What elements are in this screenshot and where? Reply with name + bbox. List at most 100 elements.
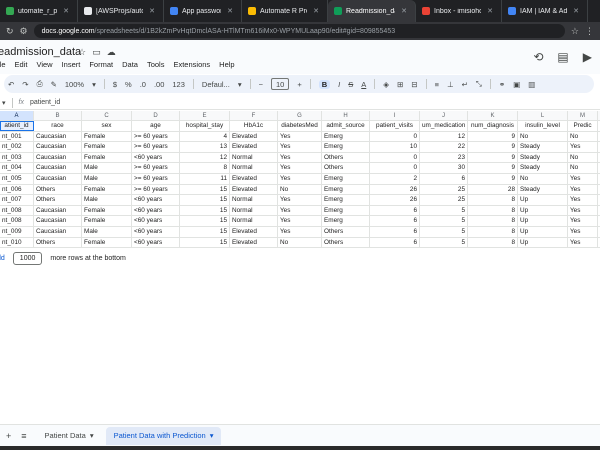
table-cell[interactable]: Emerg	[322, 142, 370, 152]
header-cell[interactable]: Predic	[568, 121, 598, 131]
menu-item[interactable]: Format	[89, 60, 113, 69]
table-cell[interactable]: nt_003	[0, 152, 34, 163]
table-cell[interactable]: 6	[370, 205, 420, 216]
increase-decimal-button[interactable]: .00	[154, 80, 164, 89]
table-cell[interactable]: nt_010	[0, 237, 34, 248]
column-header[interactable]: C	[82, 111, 132, 120]
bold-button[interactable]: B	[318, 79, 331, 89]
font-size-input[interactable]: 10	[271, 78, 290, 90]
table-cell[interactable]: Normal	[230, 152, 278, 163]
font-select[interactable]: Defaul...	[202, 80, 230, 89]
menu-item[interactable]: Insert	[62, 60, 81, 69]
table-cell[interactable]: Female	[82, 131, 132, 142]
add-rows-button[interactable]: dd	[0, 255, 5, 262]
table-cell[interactable]: 9	[468, 131, 518, 142]
header-cell[interactable]: sex	[82, 121, 132, 131]
table-cell[interactable]: Elevated	[230, 131, 278, 142]
horizontal-align-icon[interactable]: ≡	[435, 80, 439, 89]
table-cell[interactable]: Caucasian	[34, 173, 82, 184]
menu-item[interactable]: ile	[0, 60, 6, 69]
chevron-down-icon[interactable]: ▾	[90, 431, 94, 440]
table-cell[interactable]: <60 years	[132, 226, 180, 237]
meet-icon[interactable]: ▶	[583, 50, 592, 64]
italic-button[interactable]: I	[338, 80, 340, 89]
table-cell[interactable]: 9	[468, 152, 518, 163]
header-cell[interactable]: num_diagnosis	[468, 121, 518, 131]
browser-tab[interactable]: [AWSProjs/automat ✕	[78, 0, 164, 22]
table-cell[interactable]: 5	[420, 216, 468, 226]
table-cell[interactable]: 8	[468, 216, 518, 226]
table-cell[interactable]: Female	[82, 142, 132, 152]
chevron-down-icon[interactable]: ▾	[92, 80, 96, 89]
table-cell[interactable]: Yes	[568, 173, 598, 184]
formula-input[interactable]: patient_id	[30, 99, 60, 106]
table-cell[interactable]: Emerg	[322, 173, 370, 184]
menu-item[interactable]: Data	[122, 60, 138, 69]
text-wrap-icon[interactable]: ↵	[462, 80, 468, 89]
table-cell[interactable]: 9	[468, 173, 518, 184]
version-history-icon[interactable]: ⟲	[533, 50, 543, 64]
table-cell[interactable]: 15	[180, 184, 230, 195]
sheet-tab-patient-data[interactable]: Patient Data ▾	[37, 427, 102, 445]
table-cell[interactable]: 6	[370, 216, 420, 226]
table-cell[interactable]: No	[568, 152, 598, 163]
header-cell[interactable]: age	[132, 121, 180, 131]
table-cell[interactable]: 8	[468, 237, 518, 248]
table-cell[interactable]: 10	[370, 142, 420, 152]
comments-icon[interactable]: ▤	[557, 50, 568, 64]
table-cell[interactable]: Yes	[568, 184, 598, 195]
browser-tab[interactable]: IAM | IAM & Admin ✕	[502, 0, 588, 22]
table-cell[interactable]: Up	[518, 216, 568, 226]
text-rotate-icon[interactable]: ⤡	[476, 79, 482, 89]
number-format-button[interactable]: 123	[172, 80, 185, 89]
table-cell[interactable]: 0	[370, 131, 420, 142]
table-cell[interactable]: Others	[34, 237, 82, 248]
table-cell[interactable]: Steady	[518, 142, 568, 152]
table-cell[interactable]: Elevated	[230, 237, 278, 248]
table-cell[interactable]: 26	[370, 195, 420, 205]
browser-tab[interactable]: Readmission_data - ✕	[328, 0, 416, 22]
table-cell[interactable]: Yes	[568, 195, 598, 205]
table-cell[interactable]: nt_002	[0, 142, 34, 152]
menu-item[interactable]: View	[36, 60, 52, 69]
table-cell[interactable]: nt_008	[0, 205, 34, 216]
fill-color-icon[interactable]: ◈	[383, 80, 389, 89]
table-cell[interactable]: Yes	[278, 142, 322, 152]
table-cell[interactable]: 6	[420, 173, 468, 184]
chevron-down-icon[interactable]: ▾	[238, 80, 242, 89]
table-cell[interactable]: 4	[180, 131, 230, 142]
table-cell[interactable]: 28	[468, 184, 518, 195]
table-cell[interactable]: Up	[518, 205, 568, 216]
table-cell[interactable]: 6	[370, 237, 420, 248]
vertical-align-icon[interactable]: ⊥	[447, 80, 454, 89]
table-cell[interactable]: Yes	[278, 216, 322, 226]
table-cell[interactable]: Caucasian	[34, 226, 82, 237]
font-size-increase[interactable]: +	[297, 80, 301, 89]
table-cell[interactable]: 23	[420, 152, 468, 163]
table-cell[interactable]: Steady	[518, 152, 568, 163]
table-cell[interactable]: nt_009	[0, 226, 34, 237]
table-cell[interactable]: Steady	[518, 184, 568, 195]
table-cell[interactable]: Male	[82, 195, 132, 205]
table-cell[interactable]: Yes	[278, 131, 322, 142]
column-header[interactable]: A	[0, 111, 34, 120]
table-cell[interactable]: Female	[82, 152, 132, 163]
table-cell[interactable]: No	[278, 237, 322, 248]
table-cell[interactable]: Emerg	[322, 131, 370, 142]
close-tab-icon[interactable]: ✕	[487, 7, 493, 15]
table-cell[interactable]: 8	[468, 195, 518, 205]
table-cell[interactable]: nt_008	[0, 216, 34, 226]
browser-tab[interactable]: utomate_r_proj - Vi ✕	[0, 0, 78, 22]
table-cell[interactable]: 5	[420, 226, 468, 237]
table-cell[interactable]: 9	[468, 142, 518, 152]
font-size-decrease[interactable]: −	[259, 80, 263, 89]
table-cell[interactable]: Yes	[278, 173, 322, 184]
table-cell[interactable]: Elevated	[230, 226, 278, 237]
menu-item[interactable]: Edit	[15, 60, 28, 69]
url-field[interactable]: docs.google.com/spreadsheets/d/1B2kZmPvH…	[33, 24, 565, 38]
table-cell[interactable]: 5	[420, 205, 468, 216]
table-cell[interactable]: <60 years	[132, 237, 180, 248]
table-cell[interactable]: No	[518, 131, 568, 142]
table-cell[interactable]: Elevated	[230, 173, 278, 184]
table-cell[interactable]: nt_006	[0, 184, 34, 195]
